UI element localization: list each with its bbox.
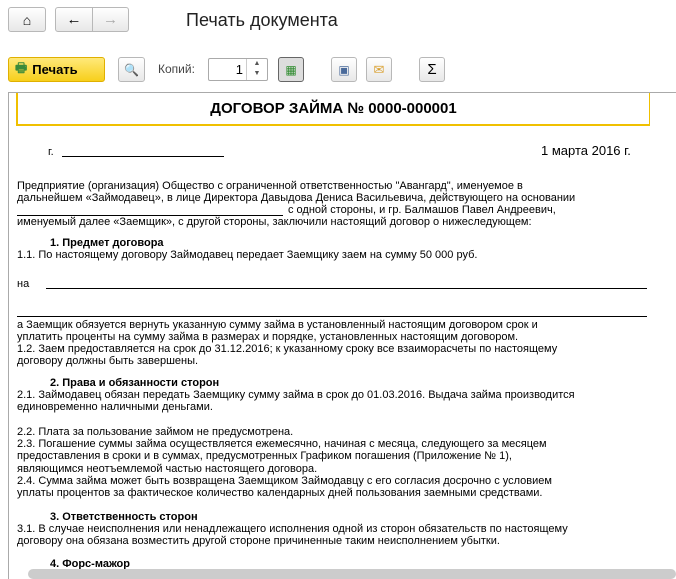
city-prefix: г.: [48, 146, 54, 158]
copies-stepper[interactable]: 1 ▲ ▼: [208, 58, 268, 81]
floppy-disk-icon: ▣: [338, 62, 350, 77]
text-line: а Заемщик обязуется вернуть указанную су…: [17, 319, 538, 331]
stepper-arrows[interactable]: ▲ ▼: [246, 59, 267, 80]
document-date: 1 марта 2016 г.: [541, 143, 631, 158]
horizontal-scrollbar[interactable]: [28, 569, 676, 579]
text-line: 2.4. Сумма займа может быть возвращена З…: [17, 475, 552, 487]
section-heading: 1. Предмет договора: [50, 237, 164, 249]
home-button[interactable]: ⌂: [8, 7, 46, 32]
page-title: Печать документа: [186, 10, 338, 30]
text-line: являющимся неотъемлемой частью настоящег…: [17, 463, 318, 475]
preview-button[interactable]: 🔍: [118, 57, 145, 82]
text-line: договору она обязана возместить другой с…: [17, 535, 500, 547]
text-line: 1.2. Заем предоставляется на срок до 31.…: [17, 343, 558, 355]
text-line: предоставления в сроки и в суммах, преду…: [17, 450, 512, 462]
text-line: уплаты процентов за фактическое количест…: [17, 487, 543, 499]
document-title: ДОГОВОР ЗАЙМА № 0000-000001: [16, 93, 650, 126]
text-line: 1.1. По настоящему договору Займодавец п…: [17, 249, 478, 261]
printer-icon: 🖶: [15, 59, 28, 75]
arrow-left-icon: ←: [66, 11, 82, 28]
print-label: Печать: [32, 62, 78, 77]
email-button[interactable]: ✉: [366, 57, 392, 82]
envelope-icon: ✉: [373, 61, 385, 77]
text-line: на: [17, 278, 30, 290]
text-line: 3.1. В случае неисполнения или ненадлежа…: [17, 523, 568, 535]
purpose-blank-2: [17, 316, 647, 317]
text-line: договору должны быть завершены.: [17, 355, 199, 367]
table-edit-icon: ▦: [285, 62, 297, 77]
text-line: дальнейшем «Займодавец», в лице Директор…: [17, 192, 576, 204]
text-line: Предприятие (организация) Общество с огр…: [17, 180, 523, 192]
text-line: 2.3. Погашение суммы займа осуществляетс…: [17, 438, 547, 450]
back-button[interactable]: ←: [55, 7, 93, 32]
arrow-right-icon: →: [103, 11, 118, 28]
sum-button[interactable]: Σ: [419, 57, 445, 82]
text-line: единовременно наличными деньгами.: [17, 401, 213, 413]
save-button[interactable]: ▣: [331, 57, 357, 82]
copies-label: Копий:: [158, 62, 195, 76]
forward-button[interactable]: →: [92, 7, 129, 32]
purpose-blank: [46, 288, 647, 289]
home-icon: ⌂: [22, 11, 32, 28]
copies-value[interactable]: 1: [236, 62, 243, 77]
print-button[interactable]: 🖶 Печать: [8, 57, 105, 82]
section-heading: 2. Права и обязанности сторон: [50, 377, 220, 389]
text-line: с одной стороны, и гр. Балмашов Павел Ан…: [288, 204, 556, 216]
sigma-icon: Σ: [427, 61, 437, 78]
preview-icon: 🔍: [124, 62, 139, 77]
edit-button[interactable]: ▦: [278, 57, 304, 82]
section-heading: 3. Ответственность сторон: [50, 511, 198, 523]
text-line: именуемый далее «Заемщик», с другой стор…: [17, 216, 532, 228]
text-line: 2.2. Плата за пользование займом не пред…: [17, 426, 294, 438]
city-blank: [62, 156, 224, 157]
text-line: 2.1. Займодавец обязан передать Заемщику…: [17, 389, 575, 401]
text-line: уплатить проценты на сумму займа в разме…: [17, 331, 519, 343]
